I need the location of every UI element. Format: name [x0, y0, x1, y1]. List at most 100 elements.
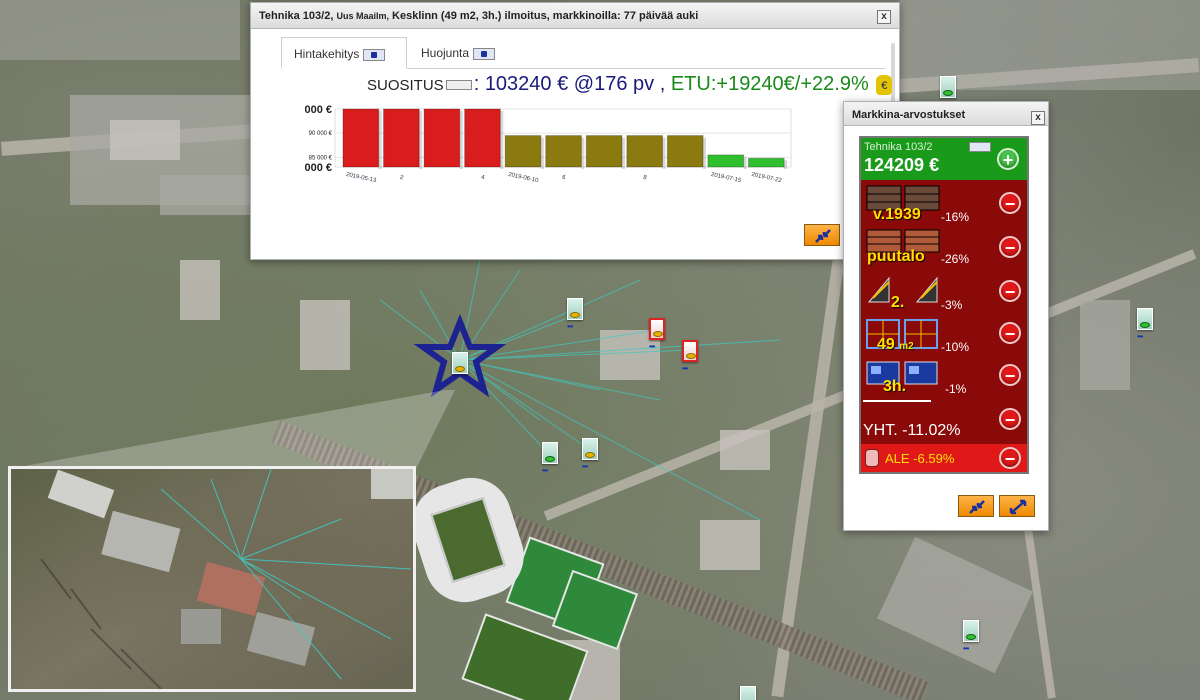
recommendation-label: SUOSITUS: [367, 77, 444, 94]
bar-shadow: [419, 111, 423, 169]
separator: ,: [659, 73, 666, 95]
property-name: Tehnika 103/2: [864, 141, 933, 153]
area-unit: m2: [899, 341, 914, 352]
bar-shadow: [378, 111, 382, 169]
chart-bar: [666, 135, 704, 168]
factor-row-year: v.1939 -16% −: [861, 182, 1027, 228]
dialog-title[interactable]: Markkina-arvostukset: [844, 102, 1048, 126]
marker-dots: •••: [682, 364, 688, 373]
chart-icon: [473, 47, 496, 60]
remove-button[interactable]: −: [999, 322, 1021, 344]
bar-shadow: [703, 137, 707, 169]
add-button[interactable]: +: [997, 148, 1019, 170]
property-marker[interactable]: [452, 352, 468, 374]
chart-bar: [747, 157, 785, 168]
title-details: Kesklinn (49 m2, 3h.) ilmoitus, markkino…: [392, 10, 699, 22]
collapse-arrows-icon[interactable]: [958, 495, 994, 517]
factor-row-floor: 2. -3% −: [861, 270, 1027, 316]
factor-percent: -10%: [941, 340, 970, 354]
bar-shadow: [621, 137, 625, 169]
close-button[interactable]: x: [1031, 111, 1045, 125]
discount-value: ALE -6.59%: [885, 451, 955, 466]
price-bar-chart: 95 000 € 90 000 € 85 000 €83 000 € 2019-05-…: [305, 104, 792, 184]
bar-shadow: [662, 137, 666, 169]
market-estimates-dialog: Markkina-arvostukset x Tehnika 103/2 124…: [843, 101, 1049, 531]
factor-percent: -16%: [941, 210, 970, 224]
remove-button[interactable]: −: [999, 192, 1021, 214]
y-tick-label: 95 000 €: [305, 104, 332, 116]
recommended-price: 103240 € @176 pv: [484, 73, 655, 95]
property-marker[interactable]: [542, 442, 558, 464]
property-marker[interactable]: [567, 298, 583, 320]
recommendation-line: SUOSITUS: 103240 € @176 pv , ETU:+19240€…: [367, 73, 893, 96]
bar-shadow: [459, 111, 463, 169]
x-tick-label: 4: [480, 175, 485, 182]
tab-hintakehitys[interactable]: Hintakehitys: [281, 37, 407, 69]
x-tick-label: 2019-07-15: [710, 172, 742, 184]
chart-bar: [342, 108, 380, 168]
factor-row-rooms: 3h. -1% −: [861, 358, 1027, 404]
benefit-value: ETU:+19240€/+22.9%: [670, 73, 869, 95]
x-tick-label: 2019-05-13: [345, 172, 377, 184]
chart-bar: [626, 135, 663, 168]
x-tick-label: 2019-07-22: [751, 172, 783, 184]
valuation-header: Tehnika 103/2 124209 € +: [861, 138, 1027, 180]
factor-value: 3h.: [883, 378, 907, 395]
marker-dots: •••: [649, 342, 655, 351]
remove-button[interactable]: −: [999, 408, 1021, 430]
chart-icon[interactable]: [969, 142, 991, 152]
property-marker[interactable]: [582, 438, 598, 460]
divider: [863, 400, 931, 402]
y-tick-label: 83 000 €: [305, 162, 332, 174]
property-marker[interactable]: [963, 620, 979, 642]
chart-bar: [545, 135, 582, 168]
factor-percent: -1%: [945, 382, 967, 396]
factor-row-area: 49 m2 -10% −: [861, 316, 1027, 362]
y-tick-label: 85 000 €: [309, 155, 333, 161]
factor-row-material: puutalo -26% −: [861, 226, 1027, 272]
close-button[interactable]: x: [877, 10, 891, 24]
total-adjustment: YHT. -11.02%: [863, 422, 961, 439]
property-marker[interactable]: [649, 318, 665, 340]
factor-value: 49 m2: [877, 336, 914, 354]
tab-label: Hintakehitys: [294, 47, 360, 61]
property-marker[interactable]: [682, 340, 698, 362]
dialog-title[interactable]: Tehnika 103/2, Uus Maailm, Kesklinn (49 …: [251, 3, 899, 29]
title-address: Tehnika 103/2,: [259, 10, 334, 22]
inset-photo: [40, 469, 413, 689]
x-tick-label: 6: [562, 175, 567, 182]
remove-button[interactable]: −: [999, 236, 1021, 258]
discount-bar: ALE -6.59% −: [861, 444, 1027, 472]
remove-button[interactable]: −: [999, 364, 1021, 386]
marker-dots: •••: [582, 462, 588, 471]
x-tick-label: 2019-06-10: [508, 172, 540, 184]
info-button[interactable]: [445, 79, 472, 90]
bar-shadow: [743, 156, 747, 169]
chart-bar: [423, 108, 461, 168]
tab-huojunta[interactable]: Huojunta: [409, 37, 519, 69]
remove-button[interactable]: −: [999, 280, 1021, 302]
marker-dots: •••: [963, 644, 969, 653]
property-marker[interactable]: [740, 686, 756, 700]
property-marker[interactable]: [1137, 308, 1153, 330]
y-tick-label: 90 000 €: [309, 131, 333, 137]
x-tick-label: 8: [643, 175, 648, 182]
x-tick-label: 2: [399, 175, 404, 182]
remove-button[interactable]: −: [999, 447, 1021, 469]
marker-dots: •••: [542, 466, 548, 475]
valuation-panel: Tehnika 103/2 124209 € + v.1939 -16% − p…: [859, 136, 1029, 474]
chart-bar: [383, 108, 420, 168]
chart-bar: [707, 154, 745, 168]
collapse-arrows-icon[interactable]: [804, 224, 840, 246]
factor-value: v.1939: [873, 206, 921, 223]
tab-label: Huojunta: [421, 46, 470, 60]
valuation-price: 124209 €: [864, 155, 940, 175]
chart-bar: [504, 135, 542, 168]
marker-dots: •••: [567, 322, 573, 331]
bar-shadow: [784, 160, 788, 169]
expand-arrows-icon[interactable]: [999, 495, 1035, 517]
factor-value: 2.: [891, 294, 905, 311]
factor-percent: -26%: [941, 252, 970, 266]
property-marker[interactable]: [940, 76, 956, 98]
chart-icon: [363, 48, 386, 61]
